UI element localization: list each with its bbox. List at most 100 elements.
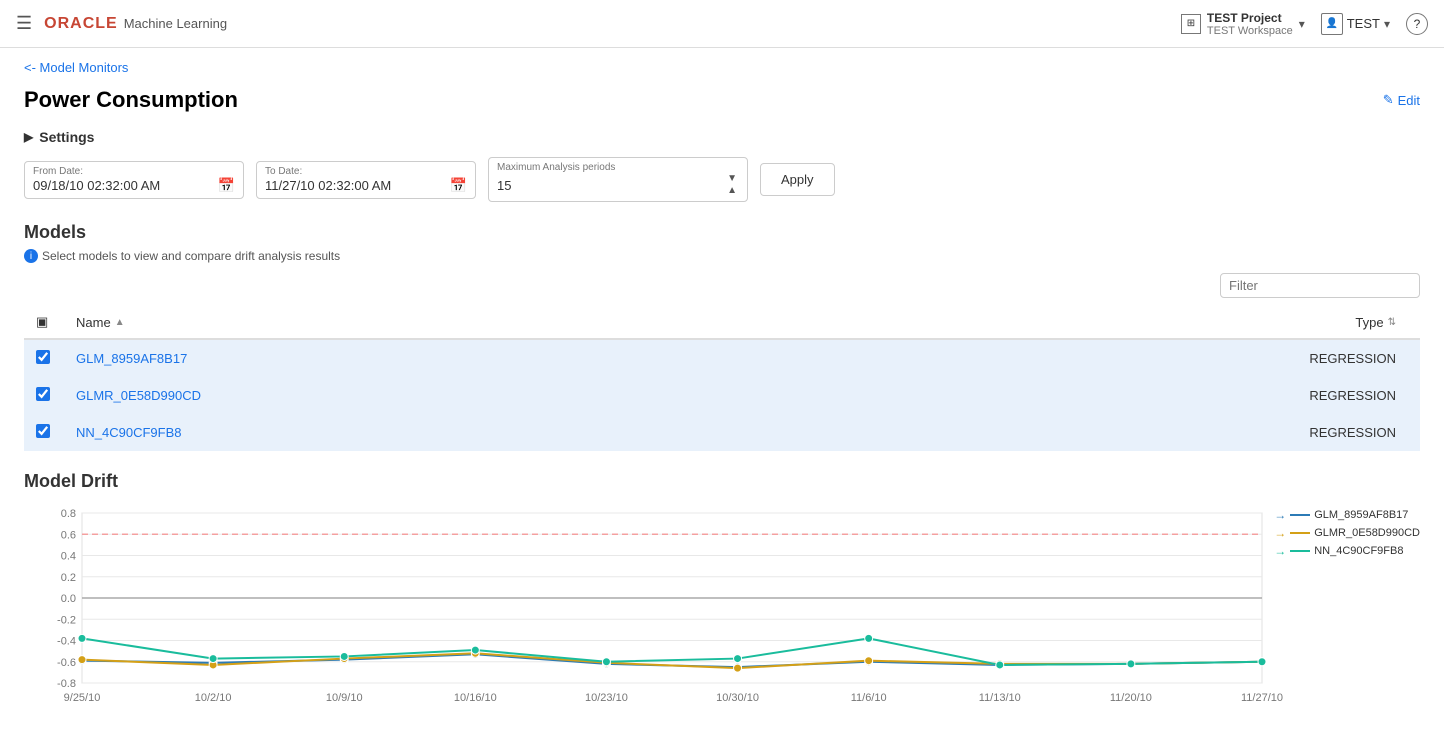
models-table-header: ▣ Name ▲ Type ⇅ [24,306,1420,339]
menu-icon[interactable]: ☰ [16,13,32,34]
svg-text:0.0: 0.0 [61,593,76,605]
model-link[interactable]: NN_4C90CF9FB8 [76,425,182,440]
settings-controls: From Date: 09/18/10 02:32:00 AM 📅 To Dat… [24,157,1420,202]
from-date-label: From Date: [33,166,235,177]
table-header-row: ▣ Name ▲ Type ⇅ [24,306,1420,339]
user-info[interactable]: 👤 TEST ▾ [1321,13,1390,35]
chart-legend: → GLM_8959AF8B17 → GLMR_0E58D990CD → NN_… [1274,508,1420,558]
breadcrumb[interactable]: <- Model Monitors [24,60,1420,75]
max-periods-label: Maximum Analysis periods [497,162,739,173]
svg-text:-0.4: -0.4 [57,636,76,648]
project-workspace: TEST Workspace [1207,25,1293,37]
row-type-cell: REGRESSION [808,339,1420,377]
page-title: Power Consumption [24,87,238,113]
table-row: NN_4C90CF9FB8 REGRESSION [24,414,1420,451]
select-all-checkbox[interactable]: ▣ [36,314,48,329]
row-name-cell: GLM_8959AF8B17 [64,339,808,377]
row-checkbox-cell [24,339,64,377]
apply-button[interactable]: Apply [760,163,835,196]
type-sort[interactable]: Type ⇅ [820,315,1396,330]
max-periods-value: 15 [497,178,511,193]
project-dropdown-icon[interactable]: ▾ [1299,17,1305,31]
app-header: ☰ ORACLE Machine Learning ⊞ TEST Project… [0,0,1444,48]
info-icon: i [24,249,38,263]
select-all-cell: ▣ [24,306,64,339]
legend-label: GLM_8959AF8B17 [1314,509,1408,521]
svg-text:10/9/10: 10/9/10 [326,692,363,704]
from-date-field[interactable]: From Date: 09/18/10 02:32:00 AM 📅 [24,161,244,199]
svg-text:9/25/10: 9/25/10 [64,692,101,704]
from-date-calendar-icon[interactable]: 📅 [218,177,235,194]
svg-text:0.8: 0.8 [61,508,76,520]
type-header-label: Type [1355,315,1383,330]
stepper-up-button[interactable]: ▲ [725,185,739,197]
legend-label: NN_4C90CF9FB8 [1314,545,1403,557]
settings-chevron-icon: ▶ [24,130,33,144]
table-row: GLM_8959AF8B17 REGRESSION [24,339,1420,377]
oracle-brand: ORACLE [44,15,118,33]
page-title-row: Power Consumption ✎ Edit [24,87,1420,113]
row-name-cell: NN_4C90CF9FB8 [64,414,808,451]
settings-section: ▶ Settings From Date: 09/18/10 02:32:00 … [24,129,1420,202]
name-sort[interactable]: Name ▲ [76,315,796,330]
to-date-value: 11/27/10 02:32:00 AM [265,178,391,193]
pencil-icon: ✎ [1383,92,1394,108]
svg-text:-0.8: -0.8 [57,678,76,690]
model-drift-section: Model Drift 0.80.60.40.20.0-0.2-0.4-0.6-… [24,471,1420,721]
row-type-cell: REGRESSION [808,377,1420,414]
models-hint: i Select models to view and compare drif… [24,249,1420,263]
to-date-calendar-icon[interactable]: 📅 [450,177,467,194]
max-periods-field[interactable]: Maximum Analysis periods 15 ▼ ▲ [488,157,748,202]
to-date-field[interactable]: To Date: 11/27/10 02:32:00 AM 📅 [256,161,476,199]
type-sort-icon: ⇅ [1388,317,1396,328]
from-date-input-row: 09/18/10 02:32:00 AM 📅 [33,177,235,194]
legend-arrow-icon: → [1274,544,1286,558]
header-right: ⊞ TEST Project TEST Workspace ▾ 👤 TEST ▾… [1181,11,1428,37]
max-periods-stepper[interactable]: ▼ ▲ [725,173,739,197]
svg-text:0.6: 0.6 [61,529,76,541]
filter-input[interactable] [1220,273,1420,298]
row-checkbox[interactable] [36,424,50,438]
stepper-down-button[interactable]: ▼ [725,173,739,185]
svg-text:-0.6: -0.6 [57,657,76,669]
svg-text:11/27/10: 11/27/10 [1241,692,1283,704]
main-content: <- Model Monitors Power Consumption ✎ Ed… [0,48,1444,733]
type-column-header[interactable]: Type ⇅ [808,306,1420,339]
drift-chart-svg: 0.80.60.40.20.0-0.2-0.4-0.6-0.89/25/1010… [24,498,1420,718]
row-name-cell: GLMR_0E58D990CD [64,377,808,414]
filter-row [24,273,1420,298]
row-checkbox-cell [24,377,64,414]
project-details: TEST Project TEST Workspace [1207,11,1293,37]
svg-text:10/23/10: 10/23/10 [585,692,628,704]
oracle-logo: ORACLE Machine Learning [44,15,227,33]
model-link[interactable]: GLM_8959AF8B17 [76,351,187,366]
settings-header[interactable]: ▶ Settings [24,129,1420,145]
row-checkbox[interactable] [36,387,50,401]
models-title: Models [24,222,1420,243]
legend-arrow-icon: → [1274,508,1286,522]
models-table: ▣ Name ▲ Type ⇅ [24,306,1420,451]
max-periods-row: 15 ▼ ▲ [497,173,739,197]
legend-arrow-icon: → [1274,526,1286,540]
legend-item: → NN_4C90CF9FB8 [1274,544,1420,558]
legend-label: GLMR_0E58D990CD [1314,527,1420,539]
row-type-cell: REGRESSION [808,414,1420,451]
edit-button[interactable]: ✎ Edit [1383,92,1420,108]
name-header-label: Name [76,315,111,330]
svg-text:11/6/10: 11/6/10 [851,692,887,704]
name-column-header[interactable]: Name ▲ [64,306,808,339]
row-checkbox[interactable] [36,350,50,364]
svg-text:-0.2: -0.2 [57,614,76,626]
project-info[interactable]: ⊞ TEST Project TEST Workspace ▾ [1181,11,1305,37]
to-date-label: To Date: [265,166,467,177]
svg-text:10/2/10: 10/2/10 [195,692,232,704]
model-drift-title: Model Drift [24,471,1420,492]
legend-item: → GLM_8959AF8B17 [1274,508,1420,522]
model-link[interactable]: GLMR_0E58D990CD [76,388,201,403]
models-hint-text: Select models to view and compare drift … [42,249,340,263]
user-dropdown-icon[interactable]: ▾ [1384,17,1390,31]
models-table-body: GLM_8959AF8B17 REGRESSION GLMR_0E58D990C… [24,339,1420,451]
oracle-ml-label: Machine Learning [124,16,227,31]
help-icon[interactable]: ? [1406,13,1428,35]
drift-chart-container: 0.80.60.40.20.0-0.2-0.4-0.6-0.89/25/1010… [24,498,1420,721]
